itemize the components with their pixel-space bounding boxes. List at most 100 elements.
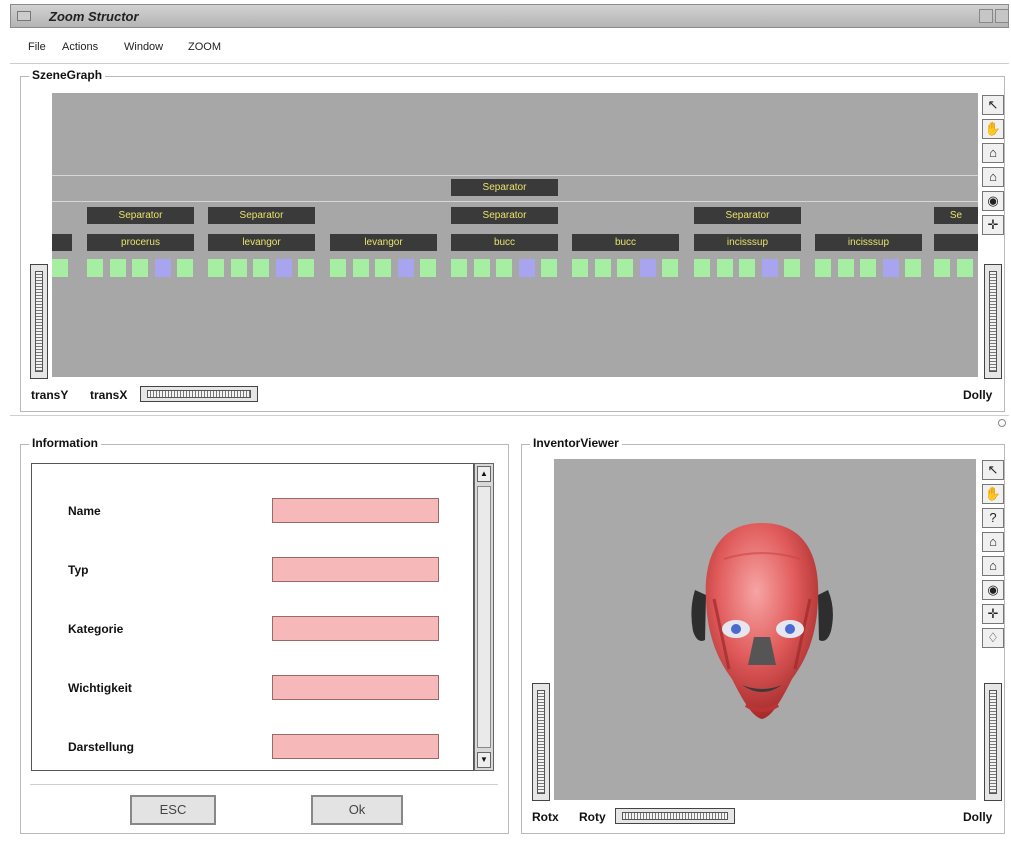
leaf-node[interactable] bbox=[154, 259, 171, 277]
leaf-node[interactable] bbox=[541, 259, 557, 277]
node-muscle[interactable]: procerus bbox=[87, 234, 194, 251]
node-muscle[interactable]: incisssup bbox=[815, 234, 922, 251]
scenegraph-canvas[interactable]: Separator Separator Separator Separator … bbox=[52, 93, 978, 377]
node-muscle[interactable]: levangor bbox=[208, 234, 315, 251]
trans-y-label: transY bbox=[31, 388, 69, 402]
information-scrollbar[interactable]: ▲ ▼ bbox=[474, 463, 494, 771]
node-separator[interactable]: Separator bbox=[208, 207, 315, 224]
menu-window[interactable]: Window bbox=[124, 41, 163, 53]
node-separator[interactable]: Se bbox=[934, 207, 978, 224]
kategorie-field[interactable] bbox=[272, 616, 439, 641]
leaf-node[interactable] bbox=[905, 259, 921, 277]
leaf-node[interactable] bbox=[52, 259, 68, 277]
leaf-node[interactable] bbox=[87, 259, 103, 277]
home-icon[interactable]: ⌂ bbox=[982, 532, 1004, 552]
leaf-node[interactable] bbox=[518, 259, 535, 277]
set-home-icon[interactable]: ⌂ bbox=[982, 556, 1004, 576]
leaf-node[interactable] bbox=[298, 259, 314, 277]
node-muscle[interactable]: incisssup bbox=[694, 234, 801, 251]
leaf-node[interactable] bbox=[132, 259, 148, 277]
menu-zoom[interactable]: ZOOM bbox=[188, 41, 221, 53]
leaf-node[interactable] bbox=[815, 259, 831, 277]
name-field[interactable] bbox=[272, 498, 439, 523]
esc-button[interactable]: ESC bbox=[130, 795, 216, 825]
node-partial[interactable] bbox=[934, 234, 978, 251]
darstellung-field[interactable] bbox=[272, 734, 439, 759]
ok-button[interactable]: Ok bbox=[311, 795, 403, 825]
leaf-node[interactable] bbox=[352, 259, 369, 277]
leaf-node[interactable] bbox=[837, 259, 854, 277]
node-muscle[interactable]: bucc bbox=[451, 234, 558, 251]
crosshair-icon[interactable]: ✛ bbox=[982, 604, 1004, 624]
leaf-node[interactable] bbox=[473, 259, 490, 277]
window-menu-icon[interactable] bbox=[17, 11, 31, 21]
node-partial[interactable] bbox=[52, 234, 72, 251]
leaf-node[interactable] bbox=[208, 259, 224, 277]
inventor-viewer-canvas[interactable] bbox=[554, 459, 976, 800]
leaf-node[interactable] bbox=[420, 259, 436, 277]
leaf-node[interactable] bbox=[572, 259, 588, 277]
dolly-thumbwheel-viewer[interactable] bbox=[984, 683, 1002, 801]
node-separator[interactable]: Separator bbox=[87, 207, 194, 224]
leaf-node[interactable] bbox=[639, 259, 656, 277]
leaf-node[interactable] bbox=[330, 259, 346, 277]
leaf-node[interactable] bbox=[662, 259, 678, 277]
inventor-viewer-title: InventorViewer bbox=[530, 436, 622, 450]
leaf-node[interactable] bbox=[109, 259, 126, 277]
leaf-node[interactable] bbox=[397, 259, 414, 277]
scroll-down-icon[interactable]: ▼ bbox=[477, 752, 491, 768]
leaf-node[interactable] bbox=[956, 259, 973, 277]
maximize-icon[interactable] bbox=[995, 9, 1009, 23]
typ-field[interactable] bbox=[272, 557, 439, 582]
leaf-node[interactable] bbox=[761, 259, 778, 277]
arrow-pointer-icon[interactable]: ↖ bbox=[982, 95, 1004, 115]
wichtigkeit-field[interactable] bbox=[272, 675, 439, 700]
node-top-separator[interactable]: Separator bbox=[451, 179, 558, 196]
scenegraph-title: SzeneGraph bbox=[29, 68, 106, 82]
arrow-pointer-icon[interactable]: ↖ bbox=[982, 460, 1004, 480]
leaf-node[interactable] bbox=[716, 259, 733, 277]
rotx-thumbwheel[interactable] bbox=[532, 683, 550, 801]
trans-x-thumbwheel[interactable] bbox=[140, 386, 258, 402]
home-icon[interactable]: ⌂ bbox=[982, 143, 1004, 163]
leaf-node[interactable] bbox=[860, 259, 876, 277]
hand-icon[interactable]: ✋ bbox=[982, 119, 1004, 139]
leaf-node[interactable] bbox=[451, 259, 467, 277]
menu-actions[interactable]: Actions bbox=[62, 41, 98, 53]
dolly-label: Dolly bbox=[963, 388, 993, 402]
node-muscle[interactable]: bucc bbox=[572, 234, 679, 251]
sash-handle-icon[interactable] bbox=[998, 419, 1006, 427]
graph-line bbox=[52, 201, 978, 202]
leaf-node[interactable] bbox=[496, 259, 512, 277]
leaf-node[interactable] bbox=[739, 259, 755, 277]
leaf-node[interactable] bbox=[375, 259, 391, 277]
leaf-node[interactable] bbox=[594, 259, 611, 277]
node-separator[interactable]: Separator bbox=[694, 207, 801, 224]
leaf-node[interactable] bbox=[177, 259, 193, 277]
leaf-node[interactable] bbox=[617, 259, 633, 277]
dolly-thumbwheel[interactable] bbox=[984, 264, 1002, 379]
help-icon[interactable]: ? bbox=[982, 508, 1004, 528]
crosshair-icon[interactable]: ✛ bbox=[982, 215, 1004, 235]
minimize-icon[interactable] bbox=[979, 9, 993, 23]
eye-icon[interactable]: ◉ bbox=[982, 580, 1004, 600]
leaf-node[interactable] bbox=[275, 259, 292, 277]
leaf-node[interactable] bbox=[882, 259, 899, 277]
leaf-node[interactable] bbox=[784, 259, 800, 277]
leaf-node[interactable] bbox=[694, 259, 710, 277]
node-muscle[interactable]: levangor bbox=[330, 234, 437, 251]
scroll-up-icon[interactable]: ▲ bbox=[477, 466, 491, 482]
set-home-icon[interactable]: ⌂ bbox=[982, 167, 1004, 187]
leaf-node[interactable] bbox=[934, 259, 950, 277]
eye-icon[interactable]: ◉ bbox=[982, 191, 1004, 211]
roty-thumbwheel[interactable] bbox=[615, 808, 735, 824]
menu-file[interactable]: File bbox=[28, 41, 46, 53]
leaf-node[interactable] bbox=[230, 259, 247, 277]
leaf-node[interactable] bbox=[253, 259, 269, 277]
hand-icon[interactable]: ✋ bbox=[982, 484, 1004, 504]
scroll-thumb[interactable] bbox=[477, 486, 491, 748]
perspective-icon[interactable]: ♢ bbox=[982, 628, 1004, 648]
node-separator[interactable]: Separator bbox=[451, 207, 558, 224]
pane-divider[interactable] bbox=[10, 415, 1009, 416]
trans-y-thumbwheel[interactable] bbox=[30, 264, 48, 379]
